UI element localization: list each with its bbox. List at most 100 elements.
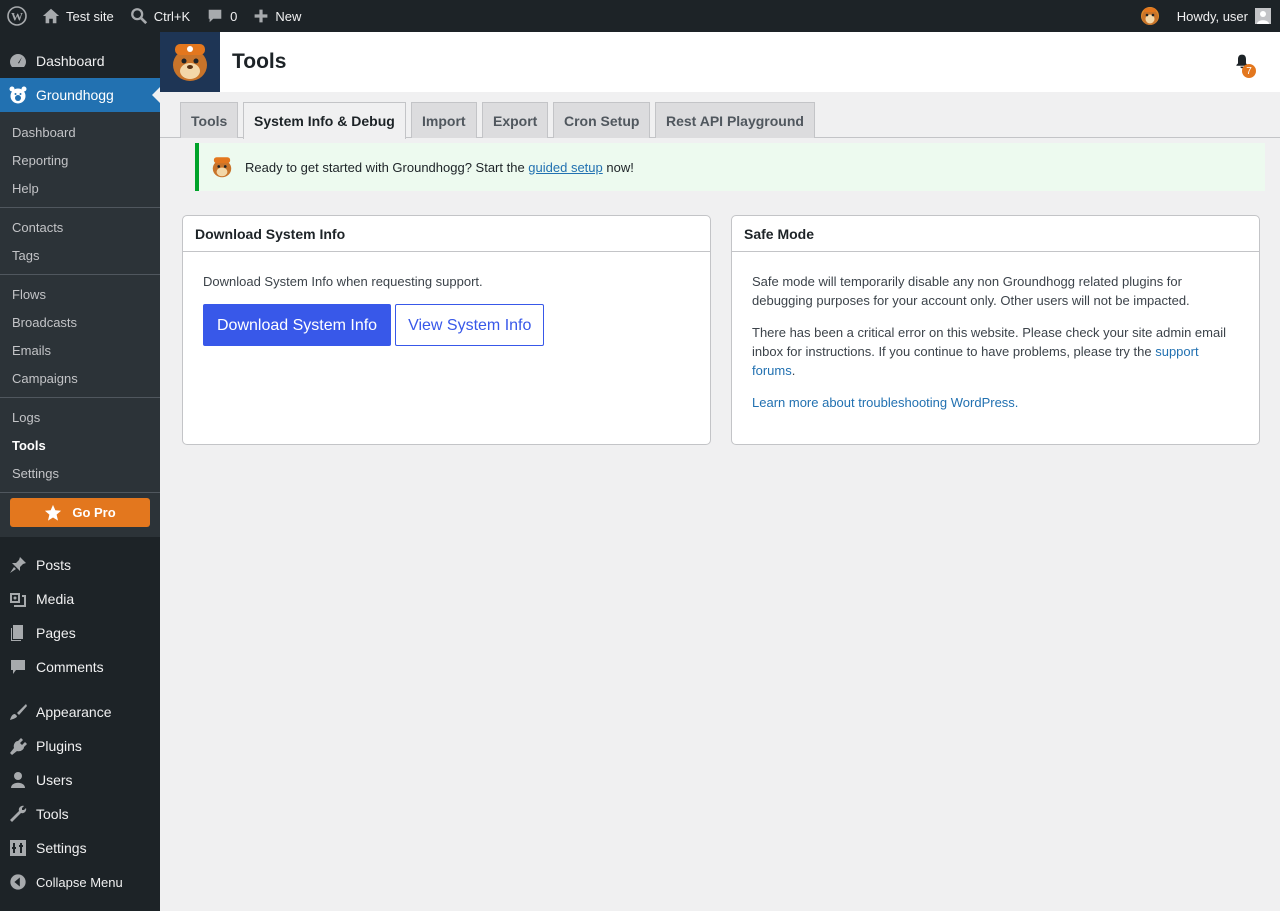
- menu-tools[interactable]: Tools: [0, 797, 160, 831]
- submenu-reporting[interactable]: Reporting: [0, 146, 160, 174]
- dashboard-gauge-icon: [8, 51, 28, 71]
- tab-export[interactable]: Export: [482, 102, 549, 138]
- go-pro-button[interactable]: Go Pro: [10, 498, 150, 527]
- submenu-gh-dashboard[interactable]: Dashboard: [0, 118, 160, 146]
- comments-count: 0: [230, 8, 238, 24]
- tab-rest-api-playground[interactable]: Rest API Playground: [655, 102, 815, 138]
- submenu-help[interactable]: Help: [0, 174, 160, 202]
- menu-label: Settings: [36, 840, 87, 856]
- tab-cron-setup[interactable]: Cron Setup: [553, 102, 651, 138]
- critical-error-message: There has been a critical error on this …: [752, 323, 1239, 380]
- site-name-link[interactable]: Test site: [34, 0, 122, 32]
- menu-label: Comments: [36, 659, 104, 675]
- menu-posts[interactable]: Posts: [0, 548, 160, 582]
- submenu-divider: [0, 492, 160, 493]
- groundhogg-mascot-icon: [209, 154, 235, 180]
- view-system-info-button[interactable]: View System Info: [395, 304, 545, 346]
- submenu-logs[interactable]: Logs: [0, 403, 160, 431]
- collapse-menu-button[interactable]: Collapse Menu: [0, 865, 160, 899]
- page-title: Tools: [232, 50, 287, 73]
- star-icon: [45, 504, 62, 521]
- howdy-greeting: Howdy, user: [1176, 8, 1248, 24]
- command-palette-button[interactable]: Ctrl+K: [122, 0, 198, 32]
- submenu-flows[interactable]: Flows: [0, 280, 160, 308]
- collapse-arrow-icon: [8, 872, 28, 892]
- submenu-emails[interactable]: Emails: [0, 336, 160, 364]
- media-icon: [8, 589, 28, 609]
- menu-label: Users: [36, 772, 73, 788]
- menu-label: Groundhogg: [36, 87, 114, 103]
- menu-label: Collapse Menu: [36, 874, 123, 890]
- menu-plugins[interactable]: Plugins: [0, 729, 160, 763]
- pages-icon: [8, 623, 28, 643]
- groundhogg-mascot-icon: [1140, 7, 1159, 25]
- troubleshooting-link[interactable]: Learn more about troubleshooting WordPre…: [752, 395, 1018, 410]
- menu-pages[interactable]: Pages: [0, 616, 160, 650]
- submenu-divider: [0, 207, 160, 208]
- menu-label: Posts: [36, 557, 72, 573]
- tab-import[interactable]: Import: [411, 102, 477, 138]
- paintbrush-icon: [8, 702, 28, 722]
- user-avatar: [1255, 8, 1271, 24]
- groundhogg-icon: [8, 85, 28, 105]
- new-content-link[interactable]: New: [245, 0, 309, 32]
- my-account-link[interactable]: Howdy, user: [1169, 0, 1280, 32]
- groundhogg-logo: [160, 32, 220, 92]
- admin-sidebar: Dashboard Groundhogg Dashboard Reporting…: [0, 32, 160, 911]
- menu-dashboard[interactable]: Dashboard: [0, 44, 160, 78]
- notice-text-before: Ready to get started with Groundhogg? St…: [245, 159, 529, 175]
- submenu-broadcasts[interactable]: Broadcasts: [0, 308, 160, 336]
- period: .: [791, 363, 796, 378]
- guided-setup-link[interactable]: guided setup: [528, 160, 602, 175]
- settings-sliders-icon: [8, 838, 28, 858]
- tab-system-info-debug[interactable]: System Info & Debug: [243, 102, 406, 139]
- submenu-divider: [0, 397, 160, 398]
- notice-text-after: now!: [602, 159, 634, 175]
- menu-spacer: [0, 684, 160, 695]
- submenu-tags[interactable]: Tags: [0, 241, 160, 269]
- submenu-campaigns[interactable]: Campaigns: [0, 364, 160, 392]
- new-label: New: [275, 8, 302, 24]
- menu-appearance[interactable]: Appearance: [0, 695, 160, 729]
- go-pro-label: Go Pro: [72, 505, 116, 520]
- download-system-info-button[interactable]: Download System Info: [203, 304, 392, 346]
- panel-description: Download System Info when requesting sup…: [203, 274, 483, 289]
- menu-label: Plugins: [36, 738, 82, 754]
- safe-mode-description: Safe mode will temporarily disable any n…: [752, 274, 1190, 308]
- panel-title: Download System Info: [183, 216, 710, 252]
- menu-users[interactable]: Users: [0, 763, 160, 797]
- menu-groundhogg[interactable]: Groundhogg: [0, 78, 160, 112]
- groundhogg-submenu: Dashboard Reporting Help Contacts Tags F…: [0, 112, 160, 537]
- groundhogg-notifications-link[interactable]: [1131, 0, 1169, 32]
- menu-settings[interactable]: Settings: [0, 831, 160, 865]
- wrench-icon: [8, 804, 28, 824]
- submenu-tools[interactable]: Tools: [0, 431, 160, 459]
- search-icon: [130, 7, 148, 25]
- safe-mode-panel: Safe Mode Safe mode will temporarily dis…: [731, 215, 1260, 445]
- download-system-info-panel: Download System Info Download System Inf…: [182, 215, 711, 445]
- menu-label: Media: [36, 591, 75, 607]
- menu-spacer: [0, 537, 160, 548]
- notifications-bell[interactable]: 7: [1234, 52, 1256, 78]
- wordpress-logo-icon[interactable]: W: [0, 0, 34, 32]
- menu-label: Appearance: [36, 704, 112, 720]
- svg-text:W: W: [11, 10, 23, 24]
- user-icon: [8, 770, 28, 790]
- site-name-label: Test site: [66, 8, 114, 24]
- plugin-icon: [8, 736, 28, 756]
- comments-link[interactable]: 0: [198, 0, 245, 32]
- notice-text: Ready to get started with Groundhogg? St…: [245, 160, 634, 175]
- submenu-settings[interactable]: Settings: [0, 459, 160, 487]
- admin-bar: W Test site Ctrl+K 0 New Howdy, user: [0, 0, 1280, 32]
- tab-tools[interactable]: Tools: [180, 102, 239, 138]
- comment-icon: [8, 657, 28, 677]
- submenu-divider: [0, 274, 160, 275]
- search-shortcut-label: Ctrl+K: [153, 8, 191, 24]
- menu-comments[interactable]: Comments: [0, 650, 160, 684]
- menu-label: Tools: [36, 806, 69, 822]
- nav-tabs: Tools System Info & Debug Import Export …: [160, 92, 1280, 139]
- submenu-contacts[interactable]: Contacts: [0, 213, 160, 241]
- menu-media[interactable]: Media: [0, 582, 160, 616]
- comment-bubble-icon: [206, 7, 224, 25]
- notification-count-badge: 7: [1242, 64, 1256, 78]
